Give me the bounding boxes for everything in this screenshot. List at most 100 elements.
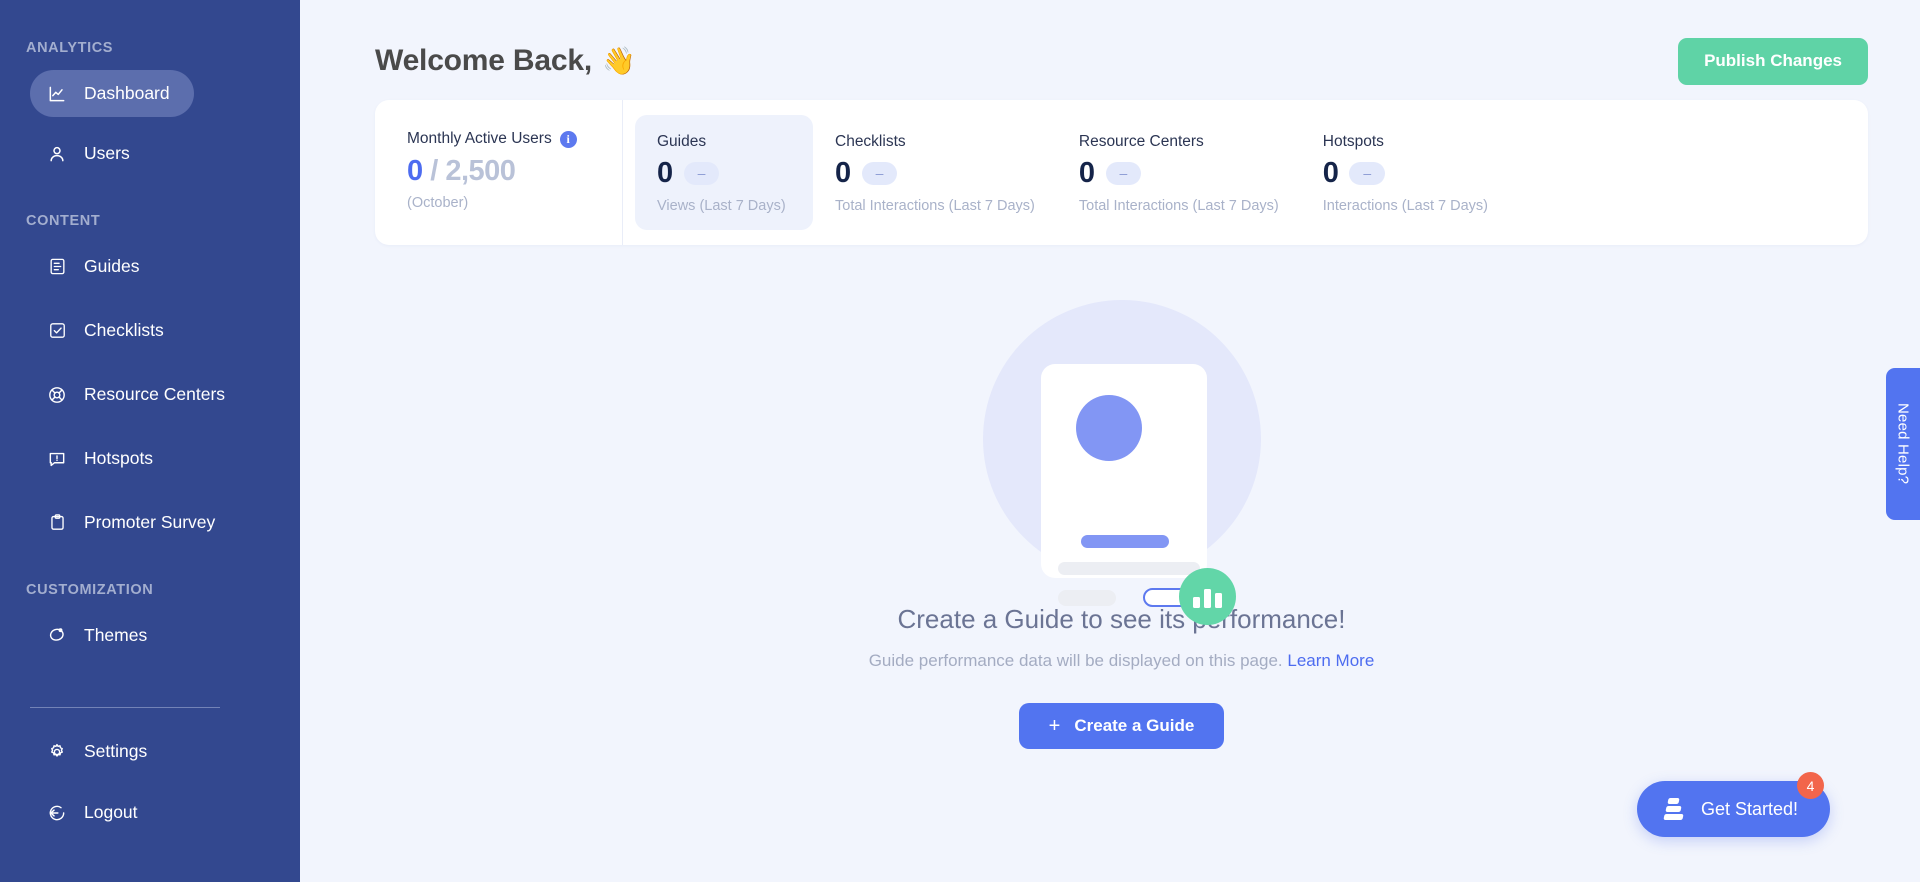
sidebar-item-label: Logout (84, 802, 138, 822)
get-started-label: Get Started! (1700, 798, 1798, 819)
chart-bar-3 (1214, 593, 1222, 608)
stats-summary-card: Monthly Active Users i 0 / 2,500 (Octobe… (375, 100, 1868, 245)
chart-bar-1 (1192, 597, 1200, 608)
mau-label-row: Monthly Active Users i (407, 130, 622, 148)
publish-changes-button[interactable]: Publish Changes (1678, 37, 1868, 85)
checklist-stack-icon (1663, 796, 1685, 822)
sidebar-item-label: Settings (84, 741, 148, 761)
lifebuoy-icon (46, 384, 68, 406)
mau-value: 0 / 2,500 (407, 155, 622, 188)
waving-hand-icon: 👋 (601, 46, 636, 76)
metric-title: Resource Centers (1078, 133, 1204, 150)
sidebar-bottom-group: Settings Logout (0, 708, 300, 882)
chart-bar-2 (1203, 589, 1211, 608)
chart-line-icon (46, 83, 68, 105)
logout-icon (46, 802, 68, 824)
document-icon (46, 256, 68, 278)
empty-state-subtitle-text: Guide performance data will be displayed… (868, 651, 1288, 670)
empty-state-illustration (982, 300, 1261, 625)
metric-delta-badge: – (861, 162, 898, 185)
plus-icon: + (1048, 714, 1061, 737)
info-icon[interactable]: i (559, 130, 577, 148)
empty-state-subtitle: Guide performance data will be displayed… (869, 651, 1375, 671)
mau-limit: 2,500 (445, 155, 516, 187)
metric-delta-badge: – (1105, 162, 1142, 185)
illustration-blue-bar (1080, 535, 1169, 548)
empty-state: Create a Guide to see its performance! G… (375, 300, 1868, 749)
clipboard-icon (46, 512, 68, 534)
sidebar-section-customization-title: CUSTOMIZATION (26, 582, 154, 598)
monthly-active-users-block: Monthly Active Users i 0 / 2,500 (Octobe… (375, 100, 623, 245)
learn-more-link[interactable]: Learn More (1287, 651, 1374, 670)
sidebar-content-group: Guides Checklists Resource Centers Hotsp… (0, 243, 300, 546)
metric-value: 0 (835, 157, 851, 189)
checkbox-icon (46, 320, 68, 342)
sidebar-item-users[interactable]: Users (30, 130, 154, 177)
mau-separator: / (422, 155, 446, 187)
metric-card-resource-centers[interactable]: Resource Centers 0 – Total Interactions … (1057, 115, 1301, 230)
sidebar-item-label: Hotspots (84, 448, 154, 468)
sidebar-item-themes[interactable]: Themes (30, 612, 171, 659)
metric-subtitle: Views (Last 7 Days) (657, 198, 786, 214)
metric-value: 0 (1322, 157, 1339, 189)
sidebar-item-guides[interactable]: Guides (30, 243, 163, 290)
metric-value-row: 0 – (657, 157, 791, 190)
get-started-badge: 4 (1797, 772, 1824, 799)
empty-state-title: Create a Guide to see its performance! (897, 604, 1346, 634)
topbar: Welcome Back, 👋 Publish Changes (375, 0, 1868, 100)
sidebar-item-settings[interactable]: Settings (30, 728, 171, 775)
sidebar-item-label: Users (84, 143, 130, 163)
page-title: Welcome Back, 👋 (375, 44, 636, 78)
sidebar-item-checklists[interactable]: Checklists (30, 307, 188, 354)
mau-label: Monthly Active Users (407, 130, 552, 147)
sidebar-item-label: Themes (84, 625, 148, 645)
metric-title: Guides (657, 133, 707, 150)
mau-current: 0 (407, 155, 423, 187)
sidebar-item-logout[interactable]: Logout (30, 789, 162, 836)
metric-title: Hotspots (1322, 133, 1384, 150)
create-guide-button[interactable]: + Create a Guide (1018, 703, 1225, 749)
bar-chart-icon (1178, 568, 1236, 625)
gear-icon (46, 741, 68, 763)
user-icon (46, 143, 68, 165)
sidebar: ANALYTICS Dashboard Users CONTENT Guides (0, 0, 300, 882)
get-started-widget[interactable]: Get Started! 4 (1636, 772, 1830, 837)
metric-value-row: 0 – (835, 157, 1035, 190)
sidebar-divider (30, 707, 220, 708)
mau-period: (October) (407, 195, 469, 211)
metric-subtitle: Total Interactions (Last 7 Days) (835, 198, 1035, 214)
metric-value-row: 0 – (1079, 157, 1279, 190)
metric-value: 0 (1078, 157, 1095, 189)
stack-segment-3 (1663, 814, 1685, 820)
metric-value: 0 (657, 157, 673, 189)
sidebar-item-hotspots[interactable]: Hotspots (30, 435, 177, 482)
metric-card-checklists[interactable]: Checklists 0 – Total Interactions (Last … (813, 115, 1057, 230)
metric-card-guides[interactable]: Guides 0 – Views (Last 7 Days) (635, 115, 813, 230)
stack-segment-2 (1665, 806, 1683, 812)
illustration-gray-bar-short (1057, 590, 1116, 606)
page-title-text: Welcome Back, (375, 44, 592, 77)
metrics-row: Guides 0 – Views (Last 7 Days) Checklist… (623, 100, 1868, 245)
create-guide-label: Create a Guide (1074, 716, 1195, 735)
sidebar-item-promoter-survey[interactable]: Promoter Survey (30, 499, 239, 546)
stack-segment-1 (1667, 798, 1681, 804)
sidebar-item-resource-centers[interactable]: Resource Centers (30, 371, 249, 418)
sidebar-item-label: Guides (84, 256, 140, 276)
main-content: Welcome Back, 👋 Publish Changes Monthly … (300, 0, 1920, 882)
need-help-tab[interactable]: Need Help? (1886, 368, 1920, 520)
sidebar-item-label: Dashboard (84, 83, 170, 103)
sidebar-item-dashboard[interactable]: Dashboard (30, 70, 194, 117)
sidebar-item-label: Promoter Survey (84, 512, 216, 532)
sidebar-item-label: Checklists (84, 320, 164, 340)
palette-icon (46, 625, 68, 647)
metric-card-hotspots[interactable]: Hotspots 0 – Interactions (Last 7 Days) (1301, 115, 1510, 230)
metric-subtitle: Interactions (Last 7 Days) (1322, 198, 1488, 214)
metric-value-row: 0 – (1323, 157, 1488, 190)
metric-subtitle: Total Interactions (Last 7 Days) (1078, 198, 1279, 214)
metric-delta-badge: – (683, 162, 720, 185)
illustration-avatar-circle (1075, 395, 1142, 461)
message-alert-icon (46, 448, 68, 470)
sidebar-section-analytics-title: ANALYTICS (26, 40, 114, 56)
metric-delta-badge: – (1349, 162, 1386, 185)
